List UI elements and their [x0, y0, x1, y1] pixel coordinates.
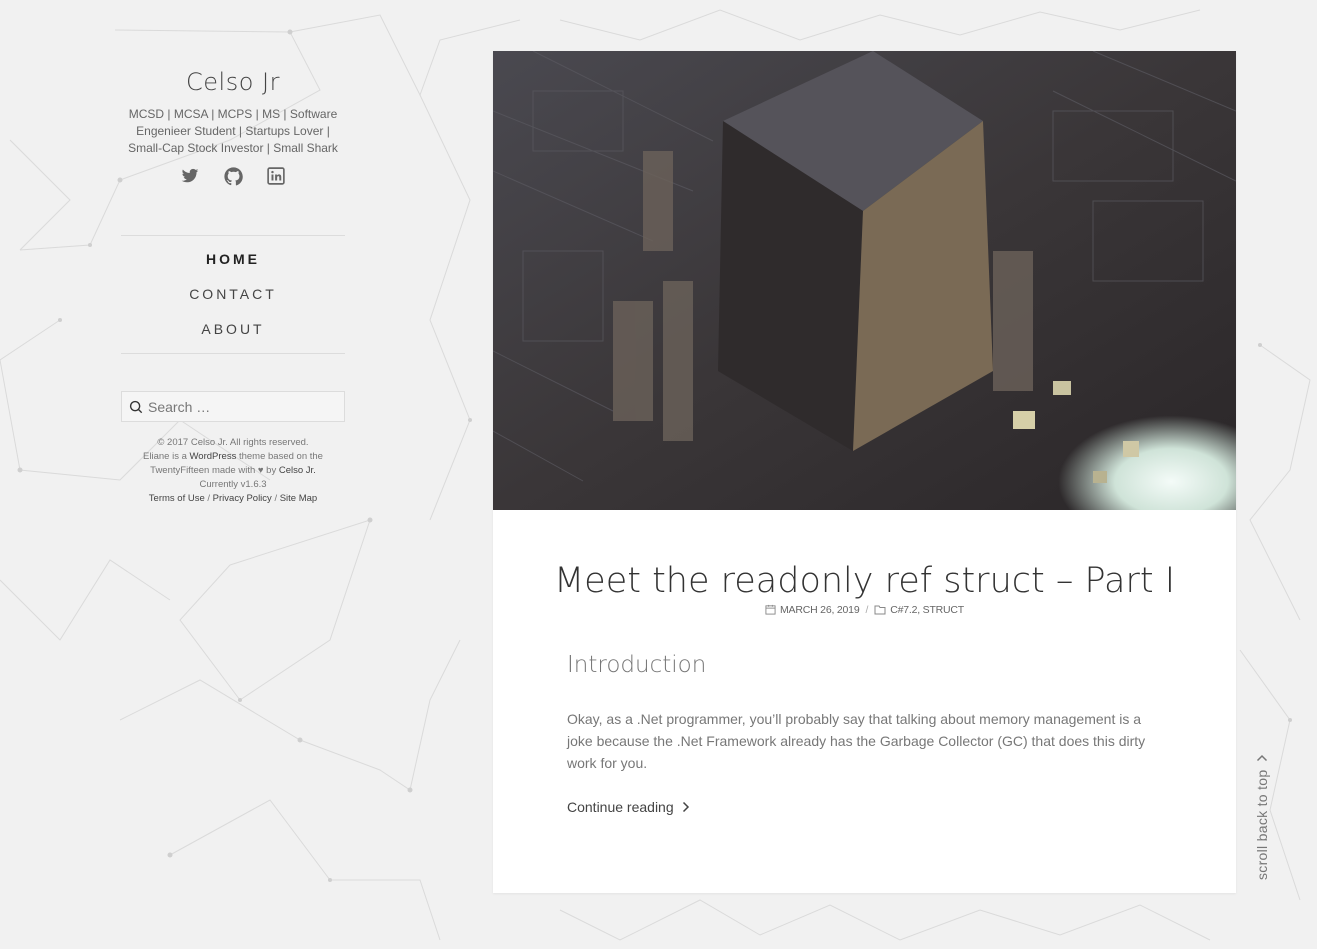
calendar-icon [765, 604, 776, 615]
folder-icon [874, 605, 886, 615]
search-input[interactable] [122, 392, 344, 421]
post-date[interactable]: MARCH 26, 2019 [780, 604, 860, 616]
sidebar: Celso Jr MCSD | MCSA | MCPS | MS | Softw… [121, 60, 345, 506]
nav-item-contact[interactable]: CONTACT [121, 277, 345, 312]
post-excerpt: Okay, as a .Net programmer, you’ll proba… [567, 711, 1146, 771]
continue-reading-label: Continue reading [567, 799, 674, 815]
continue-reading-link[interactable]: Continue reading [567, 799, 690, 815]
post-card: MARCH 26, 2019/C#7.2, STRUCT Meet the re… [493, 51, 1236, 893]
chevron-right-icon [682, 801, 689, 813]
post-title[interactable]: Meet the readonly ref struct – Part I [493, 561, 1236, 601]
sitemap-link[interactable]: Site Map [280, 493, 318, 504]
sidebar-footer: © 2017 Celso Jr. All rights reserved. El… [121, 436, 345, 506]
site-description: MCSD | MCSA | MCPS | MS | Software Engen… [128, 107, 338, 155]
post-categories[interactable]: C#7.2, STRUCT [890, 604, 964, 616]
search-box [121, 391, 345, 422]
nav-item-about[interactable]: ABOUT [121, 312, 345, 347]
nav-item-home[interactable]: HOME [121, 242, 345, 277]
post-meta: MARCH 26, 2019/C#7.2, STRUCT [493, 604, 1236, 616]
chevron-up-icon [1256, 754, 1268, 761]
author-link[interactable]: Celso Jr. [279, 465, 316, 476]
github-icon[interactable] [223, 167, 243, 186]
scroll-back-to-top[interactable]: scroll back to top [1254, 754, 1270, 880]
featured-image[interactable] [493, 51, 1236, 510]
privacy-link[interactable]: Privacy Policy [213, 493, 272, 504]
footer-link-separator: / [207, 493, 211, 504]
linkedin-icon[interactable] [267, 167, 286, 186]
social-links [121, 167, 345, 187]
theme-credit-prefix: Eliane is a [143, 451, 187, 462]
scroll-back-to-top-label: scroll back to top [1254, 769, 1270, 880]
theme-credit: Eliane is a WordPress theme based on the… [121, 450, 345, 478]
footer-link-separator: / [274, 493, 278, 504]
wordpress-link[interactable]: WordPress [190, 451, 237, 462]
footer-links: Terms of Use / Privacy Policy / Site Map [121, 492, 345, 506]
main-navigation: HOME CONTACT ABOUT [121, 235, 345, 354]
post-subheading: Introduction [567, 652, 707, 678]
copyright-text: © 2017 Celso Jr. All rights reserved. [157, 437, 309, 448]
terms-link[interactable]: Terms of Use [149, 493, 205, 504]
site-title[interactable]: Celso Jr [121, 68, 345, 96]
twitter-icon[interactable] [181, 167, 200, 186]
version-text: Currently v1.6.3 [199, 479, 267, 490]
